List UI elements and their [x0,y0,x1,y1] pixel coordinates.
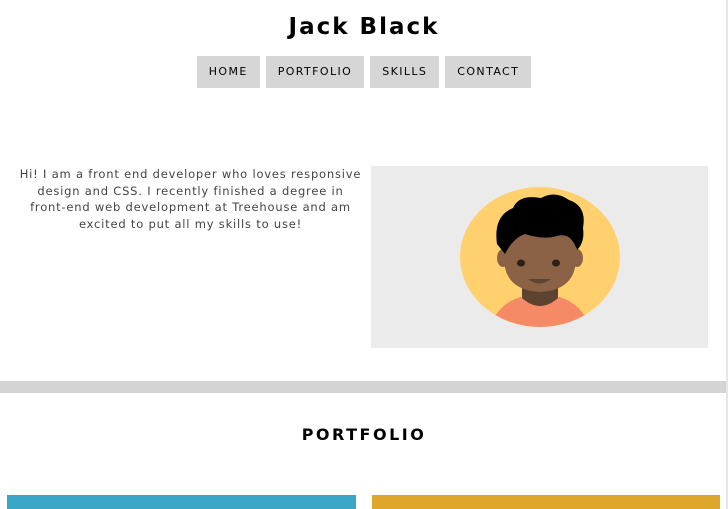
portfolio-card-2[interactable] [372,495,720,509]
avatar-icon [460,187,620,327]
intro-text: Hi! I am a front end developer who loves… [19,167,362,231]
avatar-panel [371,166,708,348]
portfolio-heading: PORTFOLIO [301,425,427,444]
nav-item-home[interactable]: HOME [196,56,260,88]
page: Jack Black HOME PORTFOLIO SKILLS CONTACT… [0,0,728,509]
site-title: Jack Black [288,14,440,40]
nav-item-skills[interactable]: SKILLS [370,56,440,88]
main-nav: HOME PORTFOLIO SKILLS CONTACT [0,56,728,88]
nav-item-contact[interactable]: CONTACT [445,56,532,88]
portfolio-card-1[interactable] [7,495,356,509]
section-divider [0,381,728,393]
nav-item-portfolio[interactable]: PORTFOLIO [265,56,365,88]
